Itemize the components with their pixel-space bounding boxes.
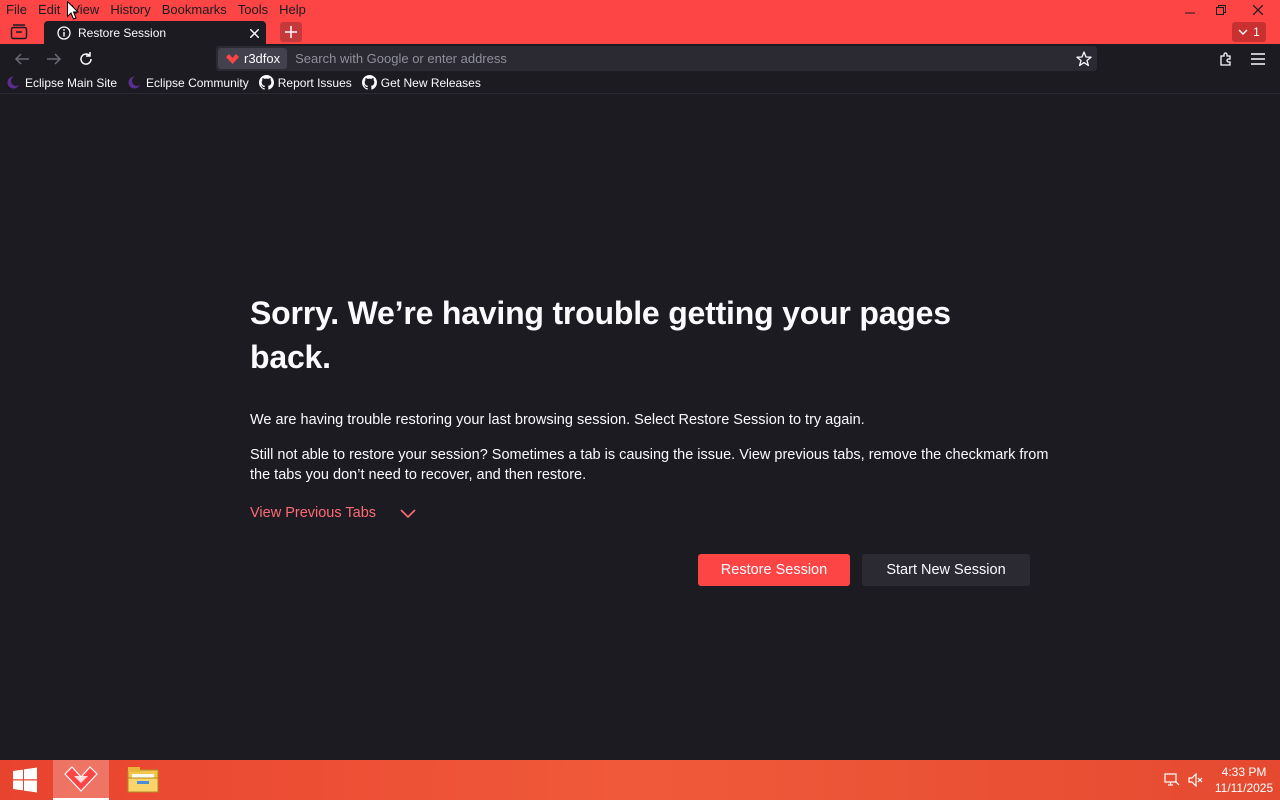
eclipse-icon xyxy=(6,75,21,90)
identity-label: r3dfox xyxy=(244,51,281,66)
bookmarks-toolbar: Eclipse Main Site Eclipse Community Repo… xyxy=(0,72,1280,94)
clock[interactable]: 4:33 PM 11/11/2025 xyxy=(1208,764,1280,796)
minimize-icon xyxy=(1184,12,1195,14)
tab-strip: Restore Session 1 xyxy=(0,20,1280,44)
volume-button[interactable] xyxy=(1184,760,1208,800)
identity-box[interactable]: r3dfox xyxy=(218,48,288,69)
app-menu-button[interactable] xyxy=(1247,48,1269,70)
network-icon xyxy=(1164,773,1180,786)
menu-edit[interactable]: Edit xyxy=(35,0,63,20)
back-arrow-icon xyxy=(14,53,29,65)
tab-title: Restore Session xyxy=(78,25,167,40)
mouse-cursor-icon xyxy=(67,1,79,20)
github-icon xyxy=(258,75,274,90)
window-controls xyxy=(1174,0,1280,20)
bookmark-label: Get New Releases xyxy=(380,75,481,90)
close-window-button[interactable] xyxy=(1236,0,1280,20)
back-button[interactable] xyxy=(11,48,33,70)
volume-muted-icon xyxy=(1188,773,1203,787)
restore-window-button[interactable] xyxy=(1205,0,1236,20)
forward-arrow-icon xyxy=(47,53,62,65)
menu-tools[interactable]: Tools xyxy=(235,0,271,20)
view-previous-tabs-label: View Previous Tabs xyxy=(250,505,377,521)
tab-count: 1 xyxy=(1253,25,1260,39)
description-text: We are having trouble restoring your las… xyxy=(250,412,865,428)
taskbar-file-explorer[interactable] xyxy=(115,760,171,800)
url-bar[interactable]: r3dfox xyxy=(216,46,1097,71)
bookmark-label: Eclipse Main Site xyxy=(25,75,118,90)
restore-window-icon xyxy=(1215,5,1226,15)
tab-close-button[interactable] xyxy=(242,25,266,41)
tab-list-button[interactable]: 1 xyxy=(1232,22,1266,42)
restore-session-button[interactable]: Restore Session xyxy=(698,554,850,586)
close-icon xyxy=(249,28,259,38)
r3dfox-logo-icon xyxy=(226,53,239,64)
taskbar: 4:33 PM 11/11/2025 xyxy=(0,760,1280,800)
reload-icon xyxy=(80,52,92,65)
star-icon xyxy=(1076,50,1092,66)
address-input[interactable] xyxy=(287,48,1071,69)
folder-icon xyxy=(127,767,159,793)
new-tab-button[interactable] xyxy=(280,22,302,42)
close-icon xyxy=(1253,5,1263,15)
page-title: Sorry. We’re having trouble getting your… xyxy=(250,295,951,375)
reload-button[interactable] xyxy=(75,48,97,70)
tab-restore-session[interactable]: Restore Session xyxy=(44,21,266,44)
menu-bar: File Edit View History Bookmarks Tools H… xyxy=(0,0,314,20)
firefox-view-button[interactable] xyxy=(8,23,30,41)
github-icon xyxy=(361,75,377,90)
help-text: Still not able to restore your session? … xyxy=(250,447,1049,483)
info-icon xyxy=(57,25,71,40)
menu-file[interactable]: File xyxy=(3,0,30,20)
start-new-session-button[interactable]: Start New Session xyxy=(862,554,1030,586)
plus-icon xyxy=(285,26,297,38)
menu-bookmarks[interactable]: Bookmarks xyxy=(159,0,230,20)
menu-history[interactable]: History xyxy=(107,0,153,20)
taskbar-browser[interactable] xyxy=(53,760,109,800)
chevron-down-icon xyxy=(1238,29,1248,35)
hamburger-menu-icon xyxy=(1251,53,1265,65)
bookmark-eclipse-community[interactable]: Eclipse Community xyxy=(127,75,249,90)
bookmark-report-issues[interactable]: Report Issues xyxy=(258,75,352,90)
navigation-bar: r3dfox xyxy=(0,44,1280,72)
forward-button[interactable] xyxy=(43,48,65,70)
extensions-button[interactable] xyxy=(1215,48,1237,70)
bookmark-label: Report Issues xyxy=(277,75,352,90)
start-button[interactable] xyxy=(0,760,50,800)
clock-time: 4:33 PM xyxy=(1221,765,1267,779)
firefox-view-icon xyxy=(10,24,28,40)
windows-logo-icon xyxy=(13,767,37,793)
minimize-button[interactable] xyxy=(1174,0,1205,20)
clock-date: 11/11/2025 xyxy=(1214,781,1274,795)
system-tray: 4:33 PM 11/11/2025 xyxy=(1160,760,1280,800)
eclipse-icon xyxy=(127,75,143,90)
r3dfox-logo-icon xyxy=(64,766,98,792)
bookmark-star-button[interactable] xyxy=(1071,50,1097,67)
view-previous-tabs-toggle[interactable]: View Previous Tabs xyxy=(250,505,416,521)
puzzle-icon xyxy=(1220,52,1231,66)
bookmark-eclipse-main-site[interactable]: Eclipse Main Site xyxy=(6,75,117,90)
menu-help[interactable]: Help xyxy=(276,0,309,20)
network-button[interactable] xyxy=(1160,760,1184,800)
title-bar: File Edit View History Bookmarks Tools H… xyxy=(0,0,1280,44)
chevron-down-icon xyxy=(400,508,416,518)
bookmark-get-new-releases[interactable]: Get New Releases xyxy=(361,75,481,90)
bookmark-label: Eclipse Community xyxy=(146,75,249,90)
page-content: Sorry. We’re having trouble getting your… xyxy=(0,94,1280,760)
